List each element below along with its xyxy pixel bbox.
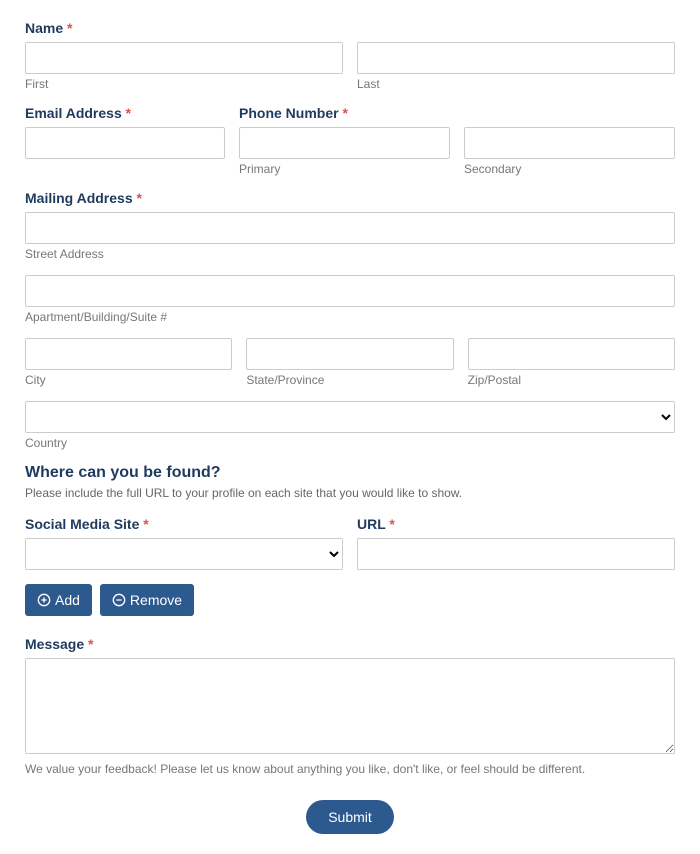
add-button-label: Add bbox=[55, 592, 80, 608]
social-site-select[interactable] bbox=[25, 538, 343, 570]
last-name-input[interactable] bbox=[357, 42, 675, 74]
social-section-heading: Where can you be found? bbox=[25, 464, 675, 482]
social-site-label-text: Social Media Site bbox=[25, 516, 139, 532]
state-helper: State/Province bbox=[246, 373, 453, 387]
phone-secondary-input[interactable] bbox=[464, 127, 675, 159]
name-label-text: Name bbox=[25, 20, 63, 36]
email-label: Email Address * bbox=[25, 105, 225, 121]
country-select[interactable] bbox=[25, 401, 675, 433]
street-address-input[interactable] bbox=[25, 212, 675, 244]
street-helper: Street Address bbox=[25, 247, 675, 261]
social-section-desc: Please include the full URL to your prof… bbox=[25, 486, 675, 500]
first-name-input[interactable] bbox=[25, 42, 343, 74]
apartment-input[interactable] bbox=[25, 275, 675, 307]
apartment-helper: Apartment/Building/Suite # bbox=[25, 310, 675, 324]
zip-helper: Zip/Postal bbox=[468, 373, 675, 387]
required-asterisk: * bbox=[126, 105, 131, 121]
required-asterisk: * bbox=[88, 636, 93, 652]
email-label-text: Email Address bbox=[25, 105, 122, 121]
state-input[interactable] bbox=[246, 338, 453, 370]
social-site-label: Social Media Site * bbox=[25, 516, 343, 532]
submit-button[interactable]: Submit bbox=[306, 800, 394, 834]
plus-circle-icon bbox=[37, 593, 51, 607]
message-label-text: Message bbox=[25, 636, 84, 652]
remove-button-label: Remove bbox=[130, 592, 182, 608]
city-input[interactable] bbox=[25, 338, 232, 370]
mailing-label: Mailing Address * bbox=[25, 190, 675, 206]
message-helper: We value your feedback! Please let us kn… bbox=[25, 762, 675, 776]
last-name-helper: Last bbox=[357, 77, 675, 91]
remove-button[interactable]: Remove bbox=[100, 584, 194, 616]
required-asterisk: * bbox=[389, 516, 394, 532]
city-helper: City bbox=[25, 373, 232, 387]
social-url-input[interactable] bbox=[357, 538, 675, 570]
mailing-label-text: Mailing Address bbox=[25, 190, 133, 206]
required-asterisk: * bbox=[342, 105, 347, 121]
phone-secondary-helper: Secondary bbox=[464, 162, 675, 176]
social-url-label-text: URL bbox=[357, 516, 386, 532]
phone-primary-helper: Primary bbox=[239, 162, 450, 176]
required-asterisk: * bbox=[143, 516, 148, 532]
social-url-label: URL * bbox=[357, 516, 675, 532]
required-asterisk: * bbox=[67, 20, 72, 36]
phone-label-spacer bbox=[464, 105, 675, 121]
phone-label: Phone Number * bbox=[239, 105, 450, 121]
phone-primary-input[interactable] bbox=[239, 127, 450, 159]
name-label: Name * bbox=[25, 20, 343, 36]
required-asterisk: * bbox=[137, 190, 142, 206]
message-textarea[interactable] bbox=[25, 658, 675, 754]
email-input[interactable] bbox=[25, 127, 225, 159]
first-name-helper: First bbox=[25, 77, 343, 91]
country-helper: Country bbox=[25, 436, 675, 450]
message-label: Message * bbox=[25, 636, 675, 652]
phone-label-text: Phone Number bbox=[239, 105, 339, 121]
minus-circle-icon bbox=[112, 593, 126, 607]
zip-input[interactable] bbox=[468, 338, 675, 370]
add-button[interactable]: Add bbox=[25, 584, 92, 616]
name-label-spacer bbox=[357, 20, 675, 36]
